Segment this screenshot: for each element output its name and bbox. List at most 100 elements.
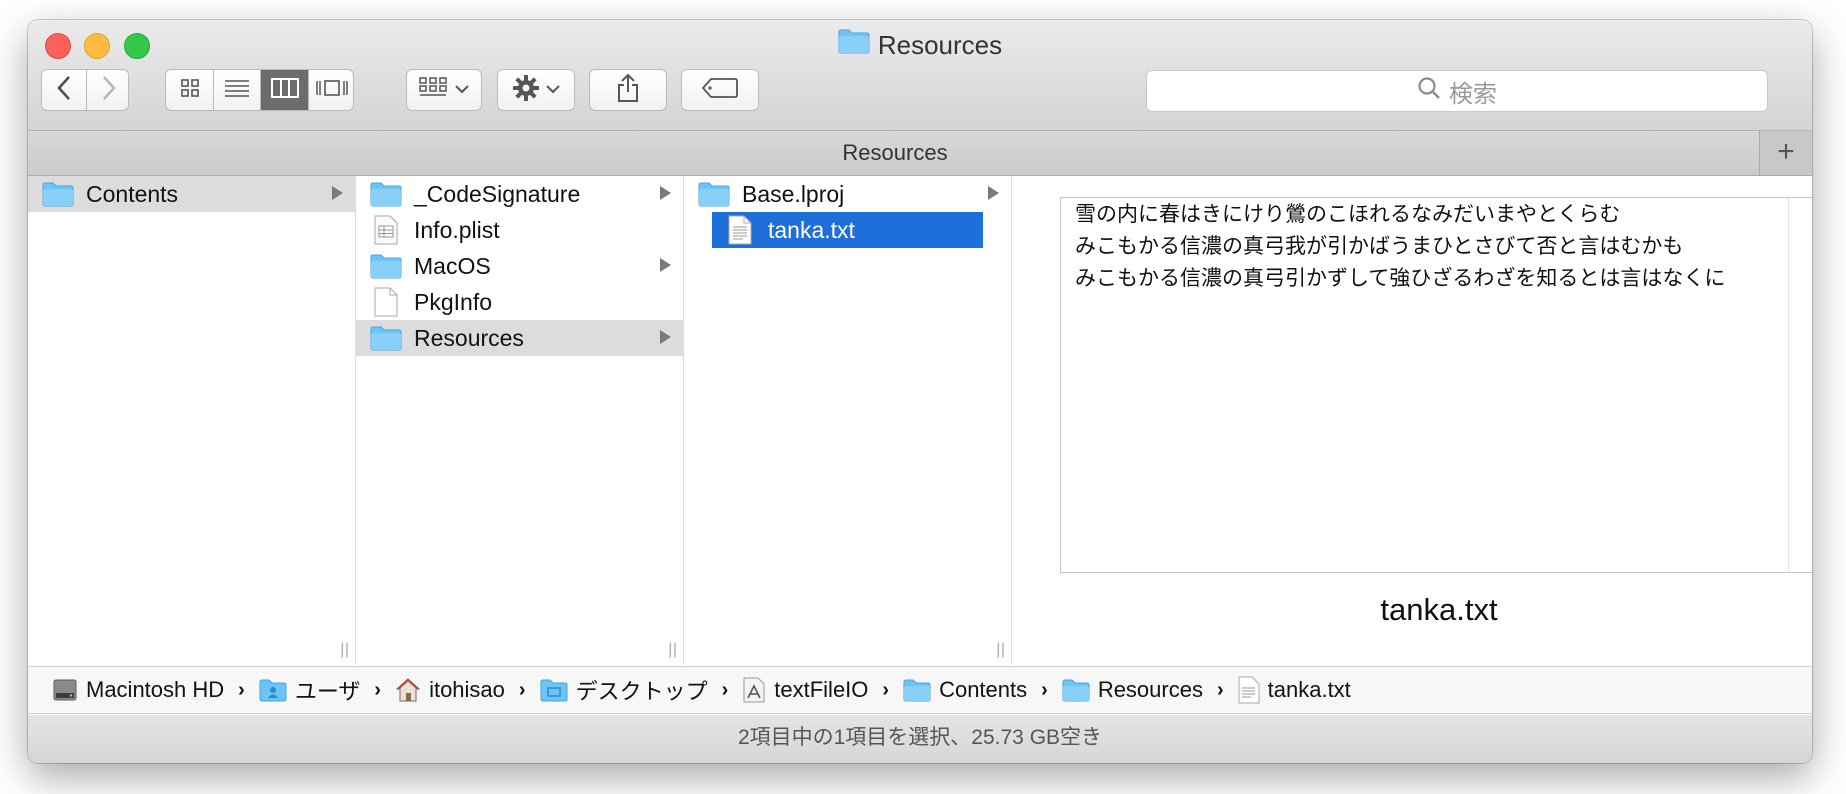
- item-label: tanka.txt: [768, 216, 855, 243]
- tag-icon: [701, 77, 739, 104]
- path-separator-icon: ›: [238, 678, 245, 701]
- status-bar: 2項目中の1項目を選択、25.73 GB空き: [28, 715, 1812, 763]
- view-mode-control: [165, 69, 354, 111]
- path-item-macintosh-hd[interactable]: Macintosh HD ›: [52, 677, 259, 703]
- share-button[interactable]: [589, 69, 667, 111]
- forward-button[interactable]: [86, 70, 130, 110]
- tab-bar: Resources +: [28, 131, 1812, 176]
- finder-window: Resources 検索 Resources + Contents | | _C…: [28, 20, 1812, 763]
- window-title-area: Resources: [28, 29, 1812, 61]
- path-bar: Macintosh HD › ユーザ › itohisao › デスクトップ › tex…: [28, 666, 1812, 714]
- chevron-down-icon: [546, 81, 560, 99]
- column-browser: Contents | | _CodeSignature Info.plist M…: [28, 176, 1812, 665]
- item-label: MacOS: [414, 252, 491, 279]
- plist-file-icon: [370, 215, 402, 245]
- list-item[interactable]: Resources: [356, 320, 683, 356]
- arrange-button[interactable]: [406, 69, 482, 111]
- list-view-icon: [224, 78, 250, 103]
- column-2[interactable]: _CodeSignature Info.plist MacOS PkgInfo …: [356, 176, 684, 665]
- preview-file-name: tanka.txt: [1380, 592, 1498, 627]
- disclosure-arrow-icon: [660, 258, 671, 272]
- column-resize-handle[interactable]: | |: [340, 641, 349, 659]
- path-separator-icon: ›: [518, 678, 526, 701]
- search-field[interactable]: 検索: [1146, 70, 1768, 112]
- new-tab-button[interactable]: +: [1759, 131, 1812, 175]
- list-item[interactable]: _CodeSignature: [356, 176, 683, 212]
- item-label: Contents: [86, 180, 179, 207]
- tags-button[interactable]: [681, 69, 759, 111]
- folder-icon: [698, 180, 730, 208]
- list-item[interactable]: PkgInfo: [356, 284, 683, 320]
- folder-icon: [42, 180, 74, 208]
- cover-flow-button[interactable]: [308, 70, 353, 110]
- column-resize-handle[interactable]: | |: [668, 641, 677, 659]
- path-item-desktop[interactable]: デスクトップ ›: [540, 674, 743, 706]
- list-view-button[interactable]: [213, 70, 260, 110]
- folder-icon: [903, 678, 931, 702]
- back-forward-group: [41, 69, 129, 111]
- users-folder-icon: [259, 678, 287, 702]
- chevron-down-icon: [455, 81, 469, 99]
- column-view-button[interactable]: [260, 70, 308, 110]
- text-file-icon: [1238, 676, 1260, 704]
- path-separator-icon: ›: [1041, 678, 1048, 701]
- window-title: Resources: [877, 30, 1003, 60]
- chevron-right-icon: [101, 75, 117, 106]
- list-item[interactable]: Contents: [28, 176, 355, 212]
- path-separator-icon: ›: [374, 678, 382, 701]
- app-icon: [742, 676, 766, 704]
- column-resize-handle[interactable]: | |: [996, 641, 1005, 659]
- item-label: Info.plist: [414, 216, 500, 243]
- list-item[interactable]: MacOS: [356, 248, 683, 284]
- list-item[interactable]: Info.plist: [356, 212, 683, 248]
- column-3[interactable]: Base.lproj tanka.txt | |: [684, 176, 1012, 665]
- folder-icon: [370, 252, 402, 280]
- disclosure-arrow-icon: [660, 330, 671, 344]
- preview-line: みこもかる信濃の真弓引かずして強ひざるわざを知るとは言はなくに: [1075, 266, 1726, 290]
- disclosure-arrow-icon: [660, 186, 671, 200]
- desktop-folder-icon: [540, 678, 568, 702]
- item-label: Resources: [414, 324, 524, 351]
- share-icon: [616, 73, 640, 108]
- path-item-contents[interactable]: Contents ›: [903, 677, 1062, 703]
- icon-view-button[interactable]: [166, 70, 213, 110]
- path-separator-icon: ›: [1216, 678, 1224, 701]
- item-label: PkgInfo: [414, 288, 492, 315]
- item-label: Base.lproj: [742, 180, 845, 207]
- blank-file-icon: [370, 287, 402, 317]
- cover-flow-icon: [315, 78, 349, 103]
- column-1[interactable]: Contents | |: [28, 176, 356, 665]
- arrange-icon: [419, 76, 449, 104]
- icon-view-icon: [180, 78, 200, 103]
- list-item-selected[interactable]: tanka.txt: [712, 212, 983, 248]
- path-item-tanka[interactable]: tanka.txt: [1238, 676, 1351, 704]
- search-placeholder: 検索: [1449, 80, 1497, 108]
- column-view-icon: [270, 77, 299, 103]
- folder-icon: [370, 324, 402, 352]
- folder-icon: [370, 180, 402, 208]
- gear-icon: [512, 74, 540, 107]
- disclosure-arrow-icon: [988, 186, 999, 200]
- action-button[interactable]: [497, 69, 575, 111]
- back-button[interactable]: [42, 70, 86, 110]
- titlebar: Resources 検索: [28, 20, 1812, 131]
- preview-line: みこもかる信濃の真弓我が引かばうまひとさびて否と言はむかも: [1075, 234, 1684, 258]
- search-icon: [1417, 76, 1449, 107]
- preview-line: 雪の内に春はきにけり鶯のこほれるなみだいまやとくらむ: [1075, 202, 1621, 226]
- path-item-home[interactable]: itohisao ›: [395, 677, 540, 703]
- text-preview[interactable]: 雪の内に春はきにけり鶯のこほれるなみだいまやとくらむ みこもかる信濃の真弓我が引…: [1060, 197, 1812, 573]
- path-item-users[interactable]: ユーザ ›: [259, 674, 395, 706]
- folder-icon: [838, 28, 870, 61]
- tab-resources[interactable]: Resources: [28, 131, 1762, 175]
- preview-scrollbar[interactable]: [1788, 198, 1812, 572]
- home-icon: [395, 677, 421, 703]
- path-separator-icon: ›: [721, 678, 729, 701]
- path-item-resources[interactable]: Resources ›: [1062, 677, 1238, 703]
- preview-pane: 雪の内に春はきにけり鶯のこほれるなみだいまやとくらむ みこもかる信濃の真弓我が引…: [1040, 176, 1812, 665]
- folder-icon: [1062, 678, 1090, 702]
- item-label: _CodeSignature: [414, 180, 581, 207]
- path-item-app[interactable]: textFileIO ›: [742, 676, 903, 704]
- text-file-icon: [724, 215, 756, 245]
- list-item[interactable]: Base.lproj: [684, 176, 1011, 212]
- hard-drive-icon: [52, 677, 78, 703]
